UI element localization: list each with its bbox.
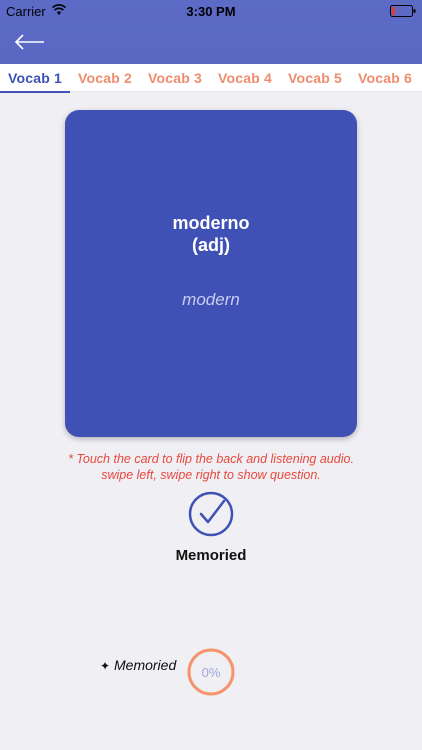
memorize-check-button[interactable] — [188, 491, 234, 537]
battery-icon — [390, 5, 416, 17]
vocab-tab-bar: Vocab 1 Vocab 2 Vocab 3 Vocab 4 Vocab 5 … — [0, 64, 422, 93]
tab-vocab-3[interactable]: Vocab 3 — [140, 64, 210, 92]
progress-value: 0% — [201, 664, 221, 680]
card-word: moderno — [172, 213, 250, 233]
flashcard[interactable]: moderno (adj) modern — [65, 110, 357, 437]
hint-line-2: swipe left, swipe right to show question… — [101, 468, 321, 482]
status-time: 3:30 PM — [186, 4, 236, 19]
nav-header: Carrier 3:30 PM — [0, 0, 422, 64]
status-bar: Carrier 3:30 PM — [0, 0, 422, 22]
tab-vocab-4[interactable]: Vocab 4 — [210, 64, 280, 92]
card-meaning: modern — [182, 290, 240, 309]
instruction-hint: * Touch the card to flip the back and li… — [0, 451, 422, 483]
tab-vocab-1[interactable]: Vocab 1 — [0, 64, 70, 93]
sparkle-icon: ✦ — [100, 659, 111, 673]
tab-vocab-5[interactable]: Vocab 5 — [280, 64, 350, 92]
card-part-of-speech: (adj) — [192, 235, 230, 255]
memorize-label: Memoried — [175, 547, 247, 564]
hint-line-1: * Touch the card to flip the back and li… — [68, 452, 354, 466]
check-circle-icon — [188, 491, 234, 537]
arrow-left-icon — [14, 34, 44, 50]
tab-vocab-2[interactable]: Vocab 2 — [70, 64, 140, 92]
back-button[interactable] — [14, 28, 58, 56]
tab-vocab-6[interactable]: Vocab 6 — [350, 64, 420, 92]
progress-label: Memoried — [114, 657, 177, 673]
